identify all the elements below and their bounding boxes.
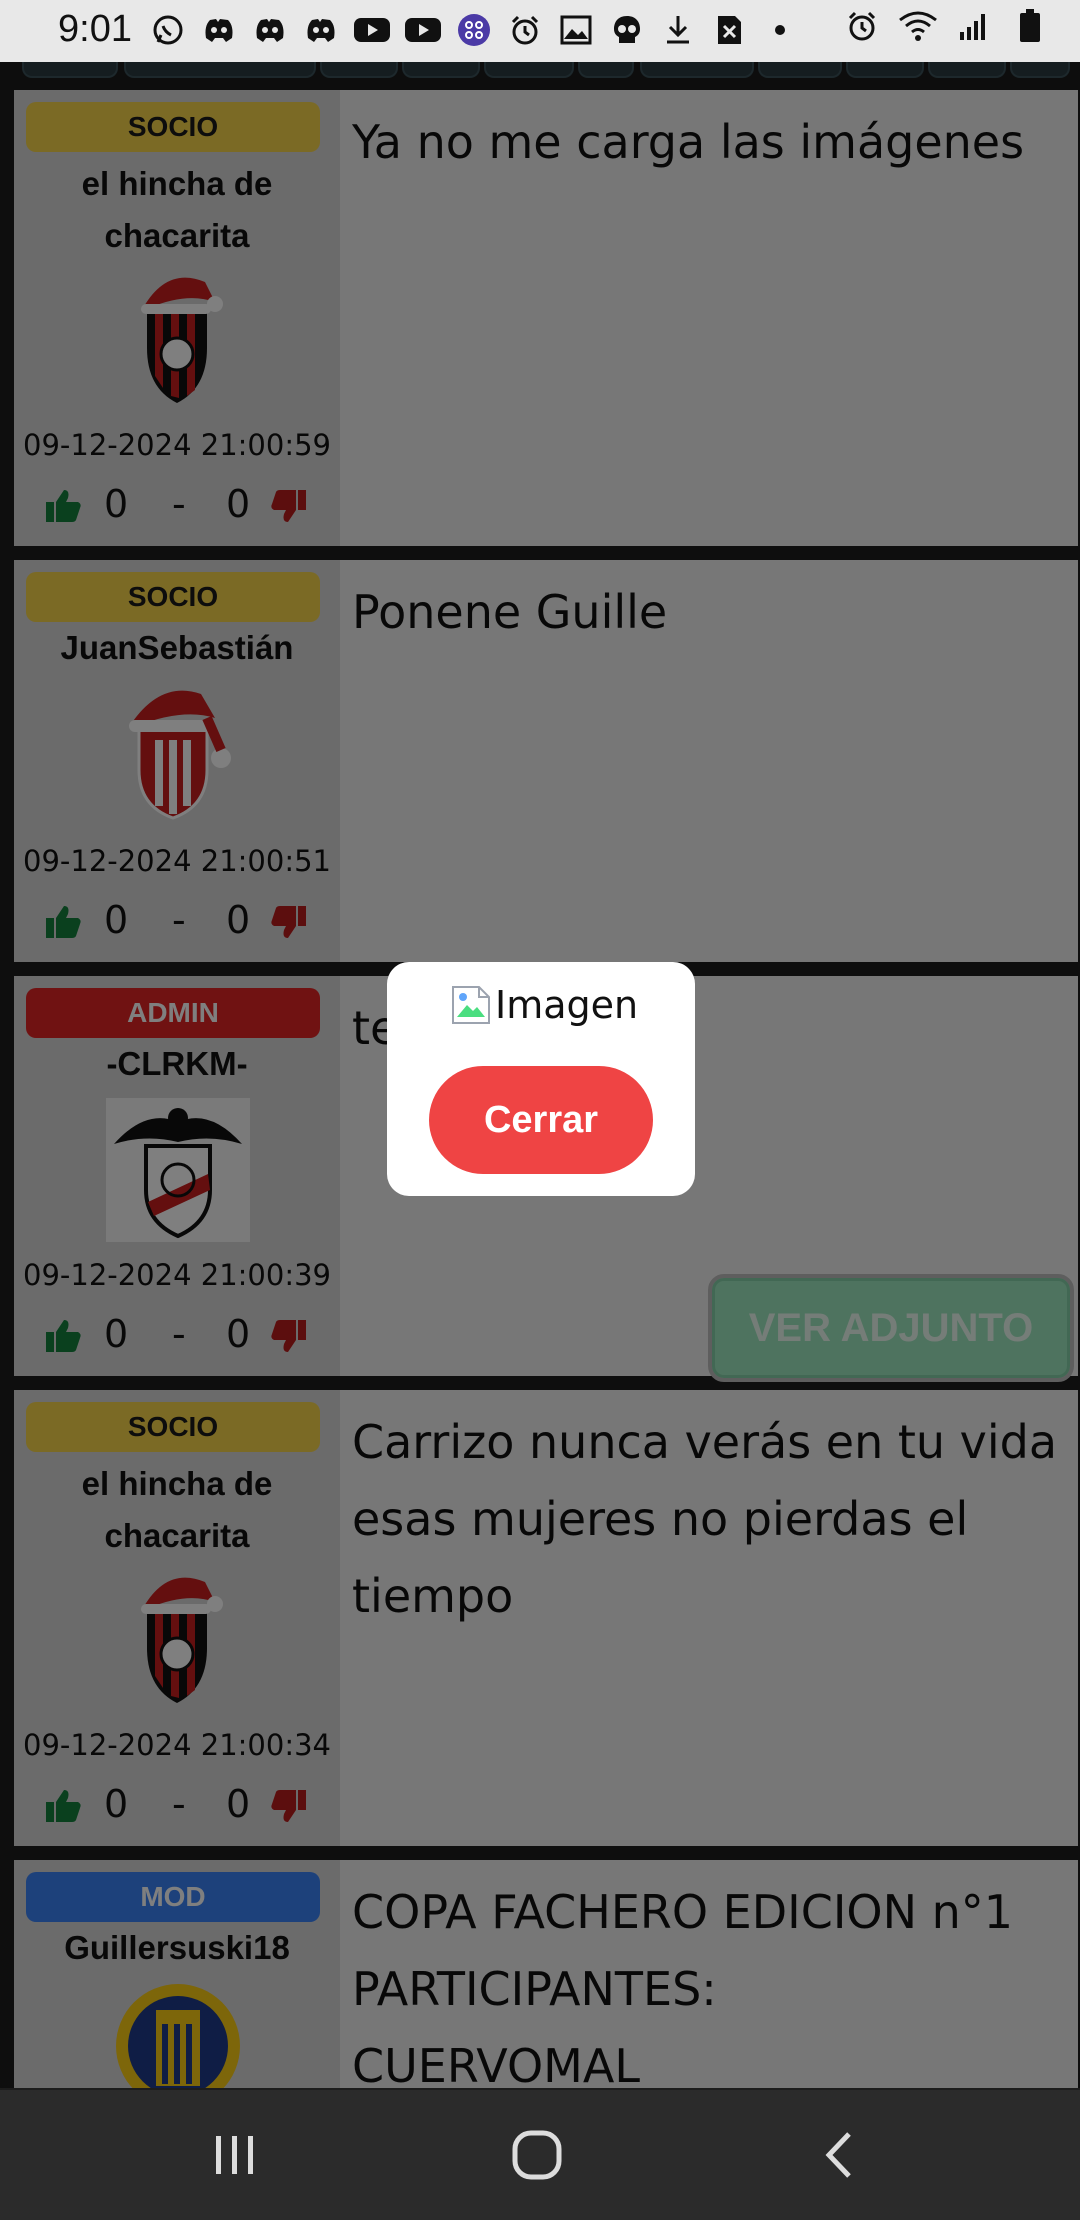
broken-image-icon <box>452 986 490 1024</box>
close-box-icon <box>709 14 749 46</box>
app-icon <box>454 14 494 46</box>
battery-icon <box>1010 9 1050 42</box>
dot-icon <box>760 14 800 46</box>
attachment-image: Imagen <box>449 980 638 1030</box>
whatsapp-icon <box>148 14 188 46</box>
home-icon[interactable] <box>502 2128 572 2182</box>
image-alt-text: Imagen <box>495 983 639 1027</box>
discord-icon <box>250 14 290 46</box>
back-icon[interactable] <box>804 2128 874 2182</box>
discord-icon <box>199 14 239 46</box>
alarm-icon <box>505 14 545 46</box>
wifi-icon <box>898 10 938 42</box>
close-button[interactable]: Cerrar <box>429 1066 653 1174</box>
system-icons <box>842 9 1050 42</box>
status-bar: 9:01 <box>0 0 1080 62</box>
gallery-icon <box>556 14 596 46</box>
recents-icon[interactable] <box>200 2128 270 2182</box>
status-time: 9:01 <box>58 8 132 50</box>
youtube-icon <box>352 14 392 46</box>
image-modal: Imagen Cerrar <box>387 962 695 1196</box>
signal-icon <box>954 10 994 42</box>
discord-icon <box>301 14 341 46</box>
skull-icon <box>607 14 647 46</box>
navigation-bar <box>0 2090 1080 2220</box>
youtube-icon <box>403 14 443 46</box>
alarm-icon <box>842 10 882 42</box>
notification-icons <box>148 14 800 46</box>
download-icon <box>658 14 698 46</box>
